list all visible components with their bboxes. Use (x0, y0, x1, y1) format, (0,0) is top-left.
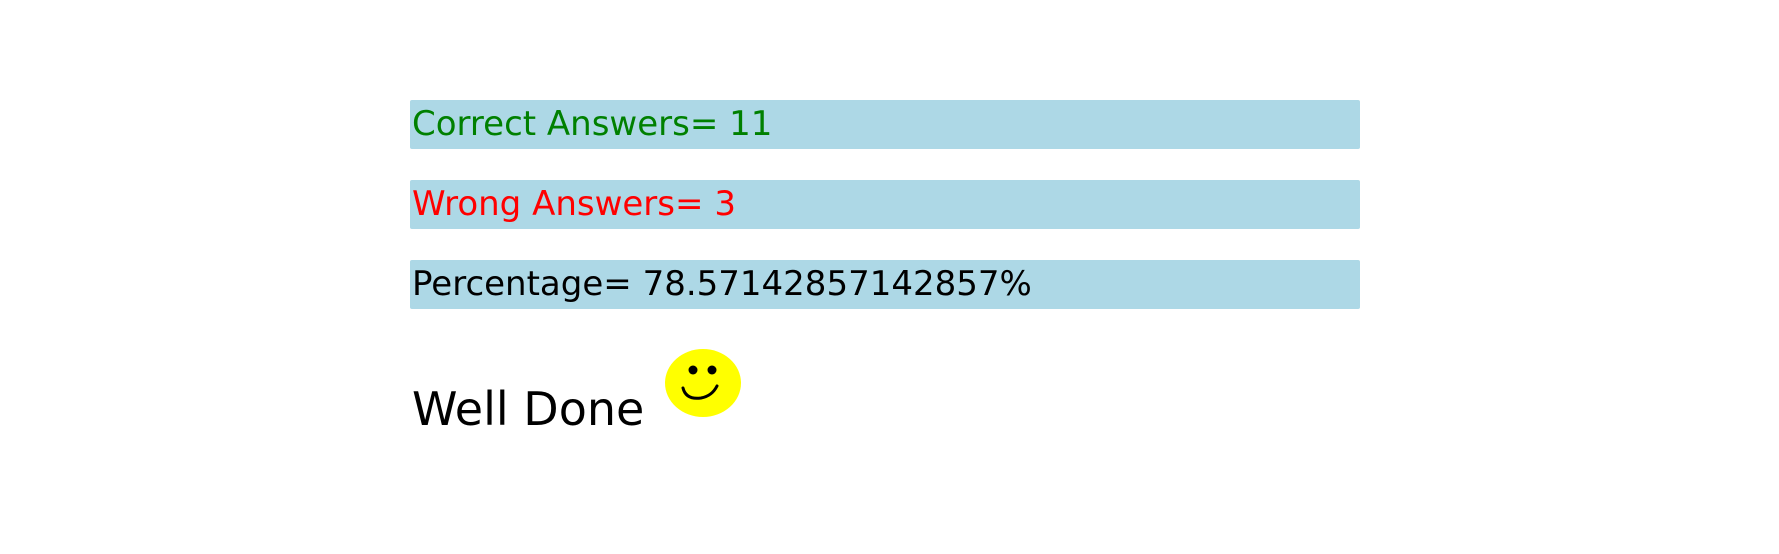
percentage-value: 78.57142857142857% (642, 264, 1032, 304)
correct-answers-label: Correct Answers= (412, 104, 719, 144)
smiley-face-icon (664, 348, 742, 418)
wrong-answers-bar: Wrong Answers= 3 (410, 180, 1360, 229)
correct-answers-bar: Correct Answers= 11 (410, 100, 1360, 149)
feedback-message: Well Done (412, 349, 742, 442)
percentage-label: Percentage= (412, 264, 632, 304)
correct-answers-value: 11 (729, 104, 773, 144)
wrong-answers-value: 3 (714, 184, 736, 224)
percentage-bar: Percentage= 78.57142857142857% (410, 260, 1360, 309)
wrong-answers-label: Wrong Answers= (412, 184, 704, 224)
well-done-text: Well Done (412, 382, 645, 436)
